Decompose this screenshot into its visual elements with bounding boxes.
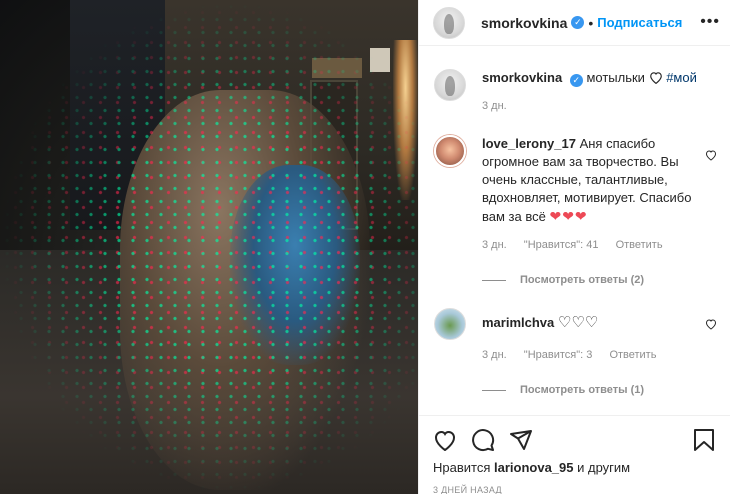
comment-time: 3 дн. <box>482 349 507 361</box>
commenter-avatar[interactable] <box>434 135 466 167</box>
like-comment-icon[interactable] <box>705 149 717 161</box>
view-replies-label[interactable]: Посмотреть ответы (2) <box>520 274 644 286</box>
caption-row: smorkovkina ✓ мотыльки #мой 3 дн. <box>434 69 719 115</box>
post-header: smorkovkina ✓ • Подписаться ••• <box>419 0 730 46</box>
commenter-avatar[interactable] <box>434 308 466 340</box>
author-avatar[interactable] <box>433 6 465 39</box>
post-photo[interactable] <box>0 0 418 494</box>
share-icon[interactable] <box>509 428 533 452</box>
caption-text: мотыльки <box>586 70 645 85</box>
author-username[interactable]: smorkovkina <box>481 15 567 31</box>
post-actions: Нравится larionova_95 и другим 3 ДНЕЙ НА… <box>419 415 730 494</box>
likes-summary: Нравится larionova_95 и другим <box>433 460 717 475</box>
heart-outline-icon <box>649 72 662 85</box>
red-hearts-emoji: ❤❤❤ <box>549 208 588 224</box>
follow-button[interactable]: Подписаться <box>597 15 682 30</box>
caption-time: 3 дн. <box>482 100 507 112</box>
comments-list[interactable]: smorkovkina ✓ мотыльки #мой 3 дн. love_l… <box>419 47 730 415</box>
reply-button[interactable]: Ответить <box>616 239 663 251</box>
verified-icon: ✓ <box>569 74 583 87</box>
caption-hashtag[interactable]: #мой <box>666 70 697 85</box>
more-icon[interactable]: ••• <box>700 13 720 31</box>
comment-username[interactable]: marimlchva <box>482 315 554 330</box>
heart-icon[interactable] <box>433 429 457 451</box>
caption-username[interactable]: smorkovkina <box>482 70 562 85</box>
comment-username[interactable]: love_lerony_17 <box>482 136 576 151</box>
bookmark-icon[interactable] <box>693 428 715 452</box>
photo-laser-dots <box>0 0 418 494</box>
comment-text: ♡♡♡ <box>557 314 599 331</box>
replies-divider <box>482 389 506 391</box>
comment-time: 3 дн. <box>482 239 507 251</box>
likes-user[interactable]: larionova_95 <box>494 460 574 475</box>
comment-likes[interactable]: "Нравится": 41 <box>524 239 599 251</box>
view-replies-button[interactable]: Посмотреть ответы (1) <box>482 384 719 396</box>
reply-button[interactable]: Ответить <box>609 349 656 361</box>
replies-divider <box>482 279 506 281</box>
like-comment-icon[interactable] <box>705 318 717 330</box>
comment-icon[interactable] <box>471 428 495 452</box>
view-replies-label[interactable]: Посмотреть ответы (1) <box>520 384 644 396</box>
caption-avatar[interactable] <box>434 69 466 101</box>
post-side-panel: smorkovkina ✓ • Подписаться ••• smorkovk… <box>418 0 730 494</box>
comment-row: love_lerony_17 Аня спасибо огромное вам … <box>434 135 719 254</box>
post-date: 3 ДНЕЙ НАЗАД <box>433 485 502 494</box>
comment-likes[interactable]: "Нравится": 3 <box>524 349 593 361</box>
comment-row: marimlchva ♡♡♡ 3 дн. "Нравится": 3 Ответ… <box>434 308 719 364</box>
header-separator: • <box>588 14 594 31</box>
likes-prefix: Нравится <box>433 460 491 475</box>
view-replies-button[interactable]: Посмотреть ответы (2) <box>482 274 719 286</box>
verified-icon: ✓ <box>571 16 585 29</box>
likes-suffix[interactable]: и другим <box>577 460 630 475</box>
